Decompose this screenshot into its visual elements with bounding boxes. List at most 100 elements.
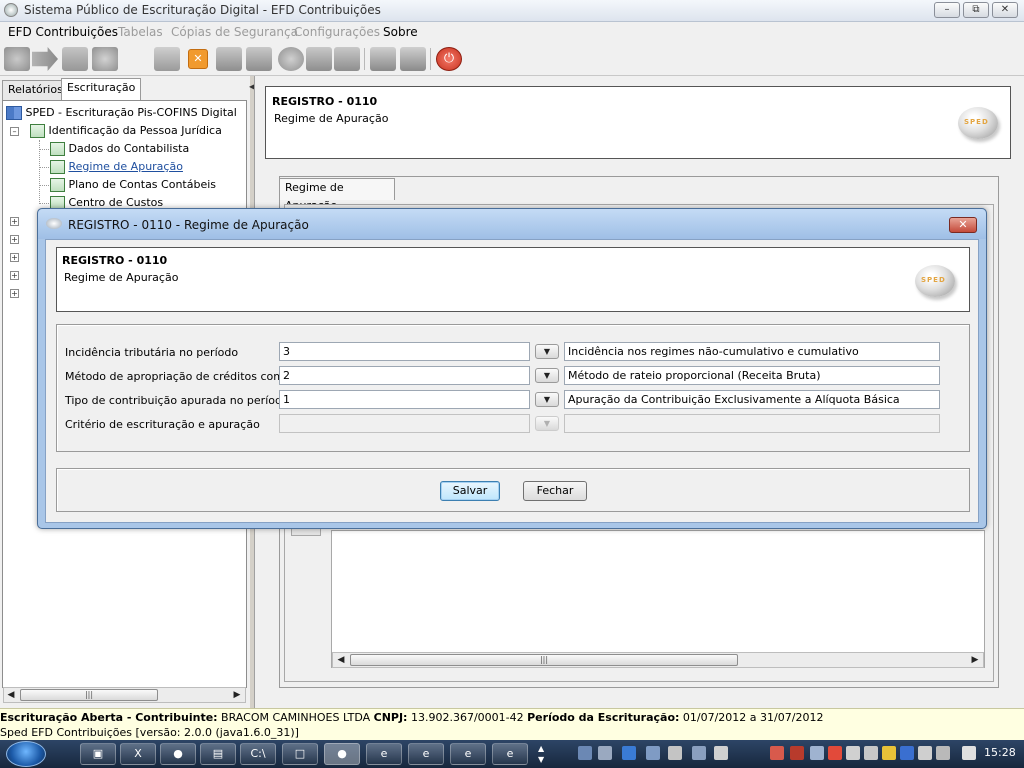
tray-icon[interactable] [882,746,896,760]
tray-icon[interactable] [810,746,824,760]
tray-icon[interactable] [668,746,682,760]
menu-sobre[interactable]: Sobre [383,25,418,39]
tray-icon[interactable] [598,746,612,760]
tray-icon[interactable] [714,746,728,760]
tab-relatorios[interactable]: Relatórios [2,80,69,100]
field-label-tipo: Tipo de contribuição apurada no período [65,394,289,407]
dialog-close-button[interactable]: ✕ [949,217,977,233]
tab-regime-apuracao[interactable]: Regime de Apuração [279,178,395,212]
tree-item-label: Plano de Contas Contábeis [68,178,217,191]
save-as-icon[interactable] [400,47,426,71]
incidencia-dropdown-button[interactable]: ▼ [535,344,559,359]
start-orb-icon[interactable] [6,741,46,767]
taskbar-app-icon[interactable]: ● [160,743,196,765]
tree-item-plano-contas[interactable]: Plano de Contas Contábeis [50,178,216,192]
taskbar-notes-icon[interactable]: □ [282,743,318,765]
dialog-register-header: REGISTRO - 0110 Regime de Apuração SPED [56,247,970,312]
scroll-left-arrow[interactable]: ◀ [4,688,18,702]
tray-icon[interactable] [646,746,660,760]
tree-item-dados-contabilista[interactable]: Dados do Contabilista [50,142,189,156]
export-icon[interactable] [334,47,360,71]
tipo-dropdown-button[interactable]: ▼ [535,392,559,407]
taskbar-scroll-icon[interactable]: ▲ ▼ [538,743,544,765]
open-folder-icon[interactable] [62,47,88,71]
expand-toggle[interactable]: + [10,253,19,262]
window-title: Sistema Público de Escrituração Digital … [24,3,381,17]
close-window-button[interactable]: ✕ [992,2,1018,18]
receipt-icon[interactable] [306,47,332,71]
registro-0110-dialog: REGISTRO - 0110 - Regime de Apuração ✕ R… [37,208,987,529]
taskbar-cmd-icon[interactable]: C:\ [240,743,276,765]
new-icon[interactable] [4,47,30,71]
collapse-toggle[interactable]: – [10,127,19,136]
scroll-left-arrow[interactable]: ◀ [334,653,348,667]
tray-ie-icon[interactable] [622,746,636,760]
taskbar-ie-icon[interactable]: e [366,743,402,765]
tree-root[interactable]: SPED - Escrituração Pis-COFINS Digital [6,106,237,120]
dialog-titlebar: REGISTRO - 0110 - Regime de Apuração ✕ [38,209,986,239]
scroll-right-arrow[interactable]: ▶ [968,653,982,667]
tray-icon[interactable] [918,746,932,760]
settings-icon[interactable] [92,47,118,71]
scroll-right-arrow[interactable]: ▶ [230,688,244,702]
tray-icon[interactable] [770,746,784,760]
tray-icon[interactable] [692,746,706,760]
expand-toggle[interactable]: + [10,289,19,298]
save-icon[interactable] [370,47,396,71]
tree-item-regime-apuracao[interactable]: Regime de Apuração [50,160,183,174]
sign-icon[interactable] [154,47,180,71]
tray-icon[interactable] [900,746,914,760]
tipo-code-input[interactable]: 1 [279,390,530,409]
tree-group-identificacao[interactable]: Identificação da Pessoa Jurídica [30,124,222,138]
dialog-title: REGISTRO - 0110 - Regime de Apuração [68,218,309,232]
criterio-code-input[interactable] [279,414,530,433]
status-period: 01/07/2012 a 31/07/2012 [679,711,824,724]
dialog-app-icon [46,218,62,229]
exit-power-icon[interactable]: ⏻ [436,47,462,71]
tray-icon[interactable] [790,746,804,760]
metodo-dropdown-button[interactable]: ▼ [535,368,559,383]
save-button[interactable]: Salvar [440,481,500,501]
menu-efd-contribuicoes[interactable]: EFD Contribuições [8,25,118,39]
incidencia-code-input[interactable]: 3 [279,342,530,361]
close-button[interactable]: Fechar [523,481,587,501]
menu-configuracoes[interactable]: Configurações [294,25,380,39]
clock[interactable]: 15:28 [984,746,1016,759]
taskbar-ie-icon[interactable]: e [408,743,444,765]
tray-icon[interactable] [578,746,592,760]
taskbar-monitor-icon[interactable]: ▤ [200,743,236,765]
scroll-thumb[interactable]: ||| [20,689,158,701]
metodo-code-input[interactable]: 2 [279,366,530,385]
tray-icon[interactable] [828,746,842,760]
expand-toggle[interactable]: + [10,271,19,280]
dialog-body: REGISTRO - 0110 Regime de Apuração SPED … [45,239,979,523]
preview-icon[interactable] [246,47,272,71]
taskbar-sped-icon[interactable]: ● [324,743,360,765]
delete-icon[interactable]: ✕ [188,49,208,69]
tray-icon[interactable] [936,746,950,760]
expand-toggle[interactable]: + [10,217,19,226]
tray-icon[interactable] [864,746,878,760]
form-icon [50,142,65,156]
menu-tabelas[interactable]: Tabelas [118,25,163,39]
taskbar-explorer-icon[interactable]: ▣ [80,743,116,765]
minimize-button[interactable]: – [934,2,960,18]
status-line-1: Escrituração Aberta - Contribuinte: BRAC… [0,711,823,724]
tree-item-label: Regime de Apuração [68,160,183,173]
form-icon [50,178,65,192]
transmit-icon[interactable] [278,47,304,71]
forward-icon[interactable] [32,47,58,71]
menu-copias-de-seguranca[interactable]: Cópias de Segurança [171,25,298,39]
tab-escrituracao[interactable]: Escrituração [61,78,142,100]
tray-network-icon[interactable] [962,746,976,760]
taskbar-ie-icon[interactable]: e [450,743,486,765]
restore-button[interactable]: ⧉ [963,2,989,18]
taskbar-ie-icon[interactable]: e [492,743,528,765]
expand-toggle[interactable]: + [10,235,19,244]
dialog-register-name: Regime de Apuração [64,271,179,284]
taskbar-excel-icon[interactable]: X [120,743,156,765]
scroll-thumb[interactable]: ||| [350,654,738,666]
criterio-dropdown-button[interactable]: ▼ [535,416,559,431]
tray-icon[interactable] [846,746,860,760]
print-icon[interactable] [216,47,242,71]
